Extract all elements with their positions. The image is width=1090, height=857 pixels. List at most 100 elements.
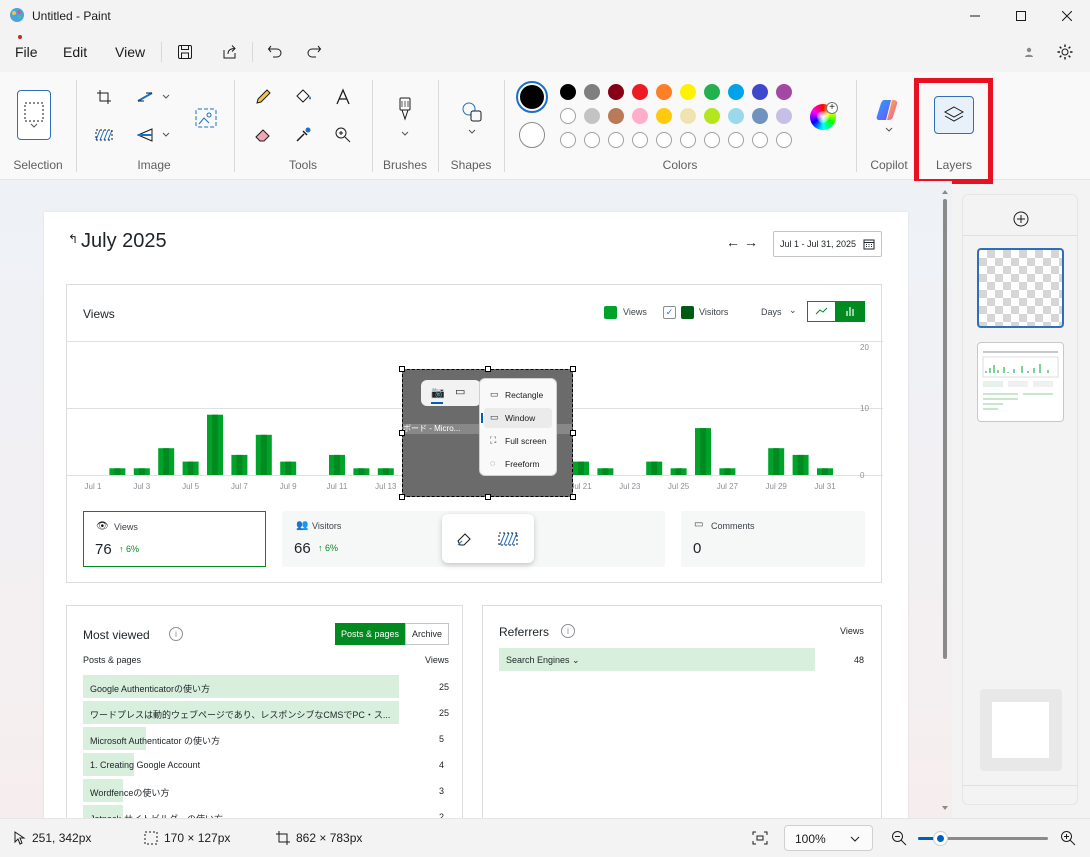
color-swatch[interactable] [680, 108, 696, 124]
resize-handle[interactable] [399, 494, 405, 500]
layer-thumbnail-selection[interactable] [977, 248, 1064, 328]
arrow-right-icon: → [744, 234, 758, 250]
color-picker-button[interactable] [292, 124, 314, 146]
resize-handle[interactable] [570, 366, 576, 372]
color-swatch[interactable] [656, 84, 672, 100]
ribbon-divider [234, 80, 235, 172]
edit-colors-button[interactable]: + [810, 102, 838, 130]
rotate-icon [136, 128, 153, 142]
vertical-scrollbar[interactable] [942, 189, 948, 816]
resize-handle[interactable] [570, 494, 576, 500]
x-tick-label: Jul 23 [619, 482, 641, 491]
paint-app-icon [10, 8, 24, 22]
close-button[interactable] [1044, 0, 1090, 32]
bar-visitors [114, 468, 121, 475]
account-button[interactable] [1018, 41, 1040, 63]
eraser-icon [255, 129, 270, 142]
color-swatch[interactable] [584, 108, 600, 124]
menu-edit[interactable]: Edit [63, 44, 87, 60]
selection-region[interactable]: ボード - Micro... 📷 ▭ ▭ Rectangle ▭ Window ⛶ Ful… [402, 369, 573, 497]
resize-handle[interactable] [570, 430, 576, 436]
snip-menu-item: ▭ Window [481, 408, 552, 428]
color-swatch[interactable] [608, 84, 624, 100]
color-swatch[interactable] [704, 84, 720, 100]
add-layer-button[interactable] [1011, 209, 1031, 229]
image-effects-button[interactable] [93, 124, 115, 146]
undo-button[interactable] [264, 41, 286, 63]
image-generate-button[interactable] [192, 104, 220, 132]
save-button[interactable] [174, 41, 196, 63]
color-swatch[interactable] [728, 108, 744, 124]
eye-icon: 👁 [96, 521, 109, 532]
color-swatch[interactable] [752, 108, 768, 124]
brushes-button[interactable] [392, 94, 418, 140]
custom-color-slot[interactable] [560, 132, 576, 148]
color-swatch[interactable] [776, 84, 792, 100]
custom-color-slot[interactable] [752, 132, 768, 148]
color-swatch[interactable] [752, 84, 768, 100]
eraser-button[interactable] [252, 124, 274, 146]
magnifier-button[interactable] [332, 124, 354, 146]
eyedropper-icon [296, 127, 311, 142]
custom-color-slot[interactable] [728, 132, 744, 148]
secondary-color-button[interactable] [519, 122, 545, 148]
color-swatch[interactable] [584, 84, 600, 100]
menu-view[interactable]: View [115, 44, 145, 60]
rotate-button[interactable] [133, 124, 157, 146]
scrollbar-thumb[interactable] [943, 199, 947, 659]
canvas-thumbnail-frame [980, 689, 1062, 771]
shapes-button[interactable] [458, 98, 486, 138]
zoom-slider-thumb[interactable] [933, 831, 948, 846]
custom-color-slot[interactable] [608, 132, 624, 148]
resize-handle[interactable] [484, 494, 491, 500]
custom-color-slot[interactable] [656, 132, 672, 148]
selection-tool-button[interactable] [17, 90, 51, 140]
primary-color-button[interactable] [516, 81, 548, 113]
copilot-button[interactable] [874, 96, 904, 136]
color-swatch[interactable] [728, 84, 744, 100]
zoom-in-button[interactable] [1058, 829, 1078, 847]
text-button[interactable] [332, 86, 354, 108]
color-swatch[interactable] [608, 108, 624, 124]
chevron-down-icon[interactable] [162, 132, 170, 138]
custom-color-slot[interactable] [776, 132, 792, 148]
zoom-in-icon [1061, 831, 1076, 846]
custom-color-slot[interactable] [704, 132, 720, 148]
zoom-slider[interactable] [918, 831, 1048, 846]
pencil-button[interactable] [252, 86, 274, 108]
resize-button[interactable] [133, 86, 157, 108]
transparent-selection-button[interactable] [496, 527, 520, 551]
remove-background-button[interactable] [452, 527, 476, 551]
fill-button[interactable] [292, 86, 314, 108]
menu-file[interactable]: File [15, 44, 38, 60]
zoom-select[interactable]: 100% [784, 825, 873, 851]
settings-button[interactable] [1054, 41, 1076, 63]
color-swatch[interactable] [560, 84, 576, 100]
crop-button[interactable] [93, 86, 115, 108]
redo-button[interactable] [303, 41, 325, 63]
color-swatch[interactable] [632, 84, 648, 100]
color-swatch[interactable] [560, 108, 576, 124]
color-swatch[interactable] [704, 108, 720, 124]
share-button[interactable] [219, 41, 241, 63]
canvas[interactable]: ↰ July 2025 ← → Jul 1 - Jul 31, 2025 Vie… [44, 212, 908, 818]
minimize-button[interactable] [952, 0, 998, 32]
most-viewed-row-value: 4 [439, 760, 445, 770]
layer-thumbnail-background[interactable] [977, 342, 1064, 422]
resize-handle[interactable] [399, 366, 405, 372]
custom-color-slot[interactable] [680, 132, 696, 148]
custom-color-slot[interactable] [584, 132, 600, 148]
resize-handle[interactable] [399, 430, 405, 436]
maximize-button[interactable] [998, 0, 1044, 32]
color-swatch[interactable] [656, 108, 672, 124]
custom-color-slot[interactable] [632, 132, 648, 148]
people-icon: 👥 [296, 520, 309, 531]
fit-to-window-button[interactable] [750, 829, 770, 847]
resize-handle[interactable] [484, 366, 491, 372]
bar-visitors [260, 434, 267, 475]
zoom-out-button[interactable] [889, 829, 909, 847]
chevron-down-icon[interactable] [162, 94, 170, 100]
color-swatch[interactable] [776, 108, 792, 124]
color-swatch[interactable] [680, 84, 696, 100]
color-swatch[interactable] [632, 108, 648, 124]
